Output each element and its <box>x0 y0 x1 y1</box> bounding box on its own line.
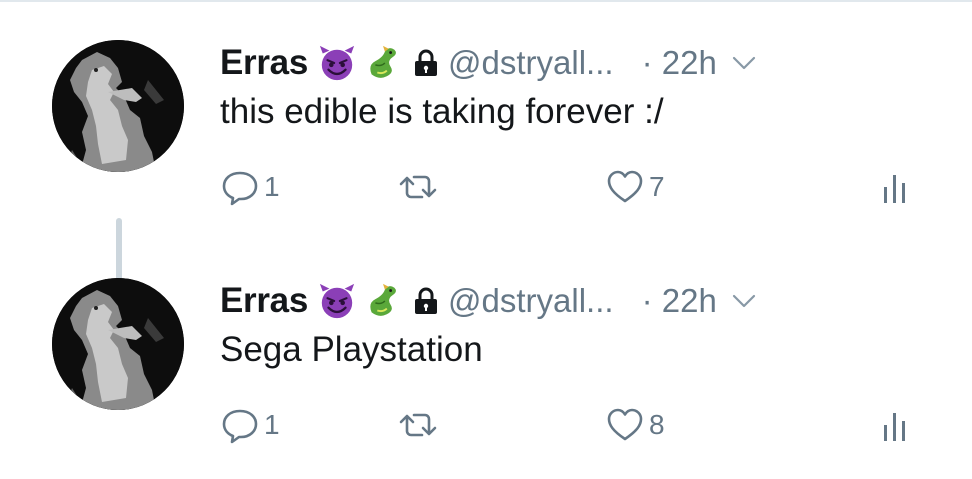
reply-icon <box>220 167 260 207</box>
like-button[interactable]: 7 <box>605 165 665 209</box>
avatar-image <box>52 40 184 172</box>
retweet-icon <box>398 167 438 207</box>
lock-icon <box>414 287 438 315</box>
smiling-devil-icon <box>318 44 356 82</box>
retweet-button[interactable] <box>398 403 438 447</box>
chevron-down-icon[interactable] <box>731 292 757 310</box>
heart-icon <box>605 405 645 445</box>
user-handle[interactable]: @dstryall... <box>448 44 614 82</box>
tweet-2[interactable]: Erras @dstryall... · 22h Sega Playstatio… <box>0 258 972 478</box>
tweet-timestamp[interactable]: · 22h <box>642 282 717 320</box>
top-divider <box>0 0 972 2</box>
dragon-icon <box>364 44 402 82</box>
reply-button[interactable]: 1 <box>220 403 280 447</box>
display-name[interactable]: Erras <box>220 281 308 321</box>
tweet-1[interactable]: Erras @dstryall... · 22h this edible is … <box>0 20 972 288</box>
analytics-button[interactable] <box>875 165 915 209</box>
chevron-down-icon[interactable] <box>731 54 757 72</box>
tweet-header: Erras @dstryall... · 22h <box>220 38 757 88</box>
tweet-header: Erras @dstryall... · 22h <box>220 276 757 326</box>
tweet-actions: 1 7 <box>220 165 920 209</box>
reply-button[interactable]: 1 <box>220 165 280 209</box>
avatar[interactable] <box>52 278 184 410</box>
tweet-text: Sega Playstation <box>220 330 483 369</box>
tweet-actions: 1 8 <box>220 403 920 447</box>
avatar-image <box>52 278 184 410</box>
reply-icon <box>220 405 260 445</box>
retweet-icon <box>398 405 438 445</box>
dragon-icon <box>364 282 402 320</box>
analytics-icon <box>875 167 915 207</box>
analytics-icon <box>875 405 915 445</box>
tweet-timestamp[interactable]: · 22h <box>642 44 717 82</box>
avatar[interactable] <box>52 40 184 172</box>
retweet-button[interactable] <box>398 165 438 209</box>
reply-count: 1 <box>264 409 280 440</box>
heart-icon <box>605 167 645 207</box>
tweet-text: this edible is taking forever :/ <box>220 92 664 131</box>
like-count: 7 <box>649 171 665 202</box>
like-count: 8 <box>649 409 665 440</box>
analytics-button[interactable] <box>875 403 915 447</box>
user-handle[interactable]: @dstryall... <box>448 282 614 320</box>
reply-count: 1 <box>264 171 280 202</box>
lock-icon <box>414 49 438 77</box>
smiling-devil-icon <box>318 282 356 320</box>
like-button[interactable]: 8 <box>605 403 665 447</box>
display-name[interactable]: Erras <box>220 43 308 83</box>
